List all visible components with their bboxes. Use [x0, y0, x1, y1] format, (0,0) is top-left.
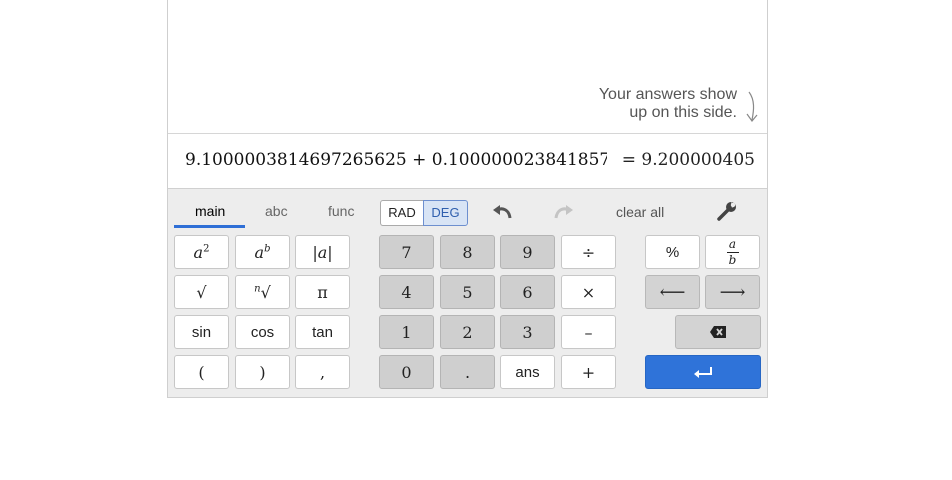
- left-paren-key[interactable]: (: [174, 355, 229, 389]
- backspace-icon: [710, 326, 726, 338]
- fraction-key[interactable]: ab: [705, 235, 760, 269]
- square-key[interactable]: a2: [174, 235, 229, 269]
- divide-key[interactable]: ÷: [561, 235, 616, 269]
- clear-all-button[interactable]: clear all: [616, 204, 664, 220]
- active-tab-indicator: [174, 225, 245, 228]
- expression-result: = 9.200000405: [621, 150, 755, 170]
- history-hint-line1: Your answers show: [598, 86, 737, 103]
- key-9[interactable]: 9: [500, 235, 555, 269]
- ans-key[interactable]: ans: [500, 355, 555, 389]
- tan-key[interactable]: tan: [295, 315, 350, 349]
- times-key[interactable]: ×: [561, 275, 616, 309]
- minus-key[interactable]: –: [561, 315, 616, 349]
- cursor-left-button[interactable]: ⟵: [645, 275, 700, 309]
- comma-key[interactable]: ,: [295, 355, 350, 389]
- sin-key[interactable]: sin: [174, 315, 229, 349]
- cos-key[interactable]: cos: [235, 315, 290, 349]
- key-1[interactable]: 1: [379, 315, 434, 349]
- expression-input[interactable]: 9.1000003814697265625 + 0.10000002384185…: [185, 150, 607, 170]
- rad-toggle[interactable]: RAD: [380, 200, 424, 226]
- redo-icon[interactable]: [552, 201, 576, 223]
- wrench-icon[interactable]: [715, 200, 739, 222]
- calculator: Your answers show up on this side. 9.100…: [167, 0, 768, 398]
- key-2[interactable]: 2: [440, 315, 495, 349]
- percent-key[interactable]: %: [645, 235, 700, 269]
- key-4[interactable]: 4: [379, 275, 434, 309]
- history-panel: Your answers show up on this side.: [168, 0, 767, 134]
- sqrt-key[interactable]: √: [174, 275, 229, 309]
- tab-abc[interactable]: abc: [265, 203, 288, 219]
- history-hint-line2: up on this side.: [629, 104, 737, 121]
- history-hint: Your answers show up on this side.: [599, 86, 737, 122]
- fraction-icon: ab: [726, 237, 739, 267]
- nth-root-key[interactable]: n√: [235, 275, 290, 309]
- enter-button[interactable]: [645, 355, 761, 389]
- abs-key[interactable]: |a|: [295, 235, 350, 269]
- tab-func[interactable]: func: [328, 203, 354, 219]
- undo-icon[interactable]: [490, 201, 514, 223]
- key-0[interactable]: 0: [379, 355, 434, 389]
- decimal-key[interactable]: .: [440, 355, 495, 389]
- power-key[interactable]: ab: [235, 235, 290, 269]
- cursor-right-button[interactable]: ⟶: [705, 275, 760, 309]
- key-8[interactable]: 8: [440, 235, 495, 269]
- keypad: main abc func RAD DEG clear all a2 ab |a…: [168, 189, 767, 397]
- tab-main[interactable]: main: [195, 203, 225, 219]
- expression-row[interactable]: 9.1000003814697265625 + 0.10000002384185…: [168, 134, 767, 189]
- plus-key[interactable]: +: [561, 355, 616, 389]
- backspace-button[interactable]: [675, 315, 761, 349]
- pi-key[interactable]: π: [295, 275, 350, 309]
- key-3[interactable]: 3: [500, 315, 555, 349]
- key-5[interactable]: 5: [440, 275, 495, 309]
- curved-arrow-down-icon: [746, 91, 758, 122]
- right-paren-key[interactable]: ): [235, 355, 290, 389]
- enter-icon: [694, 367, 712, 378]
- deg-toggle[interactable]: DEG: [423, 200, 468, 226]
- key-6[interactable]: 6: [500, 275, 555, 309]
- key-7[interactable]: 7: [379, 235, 434, 269]
